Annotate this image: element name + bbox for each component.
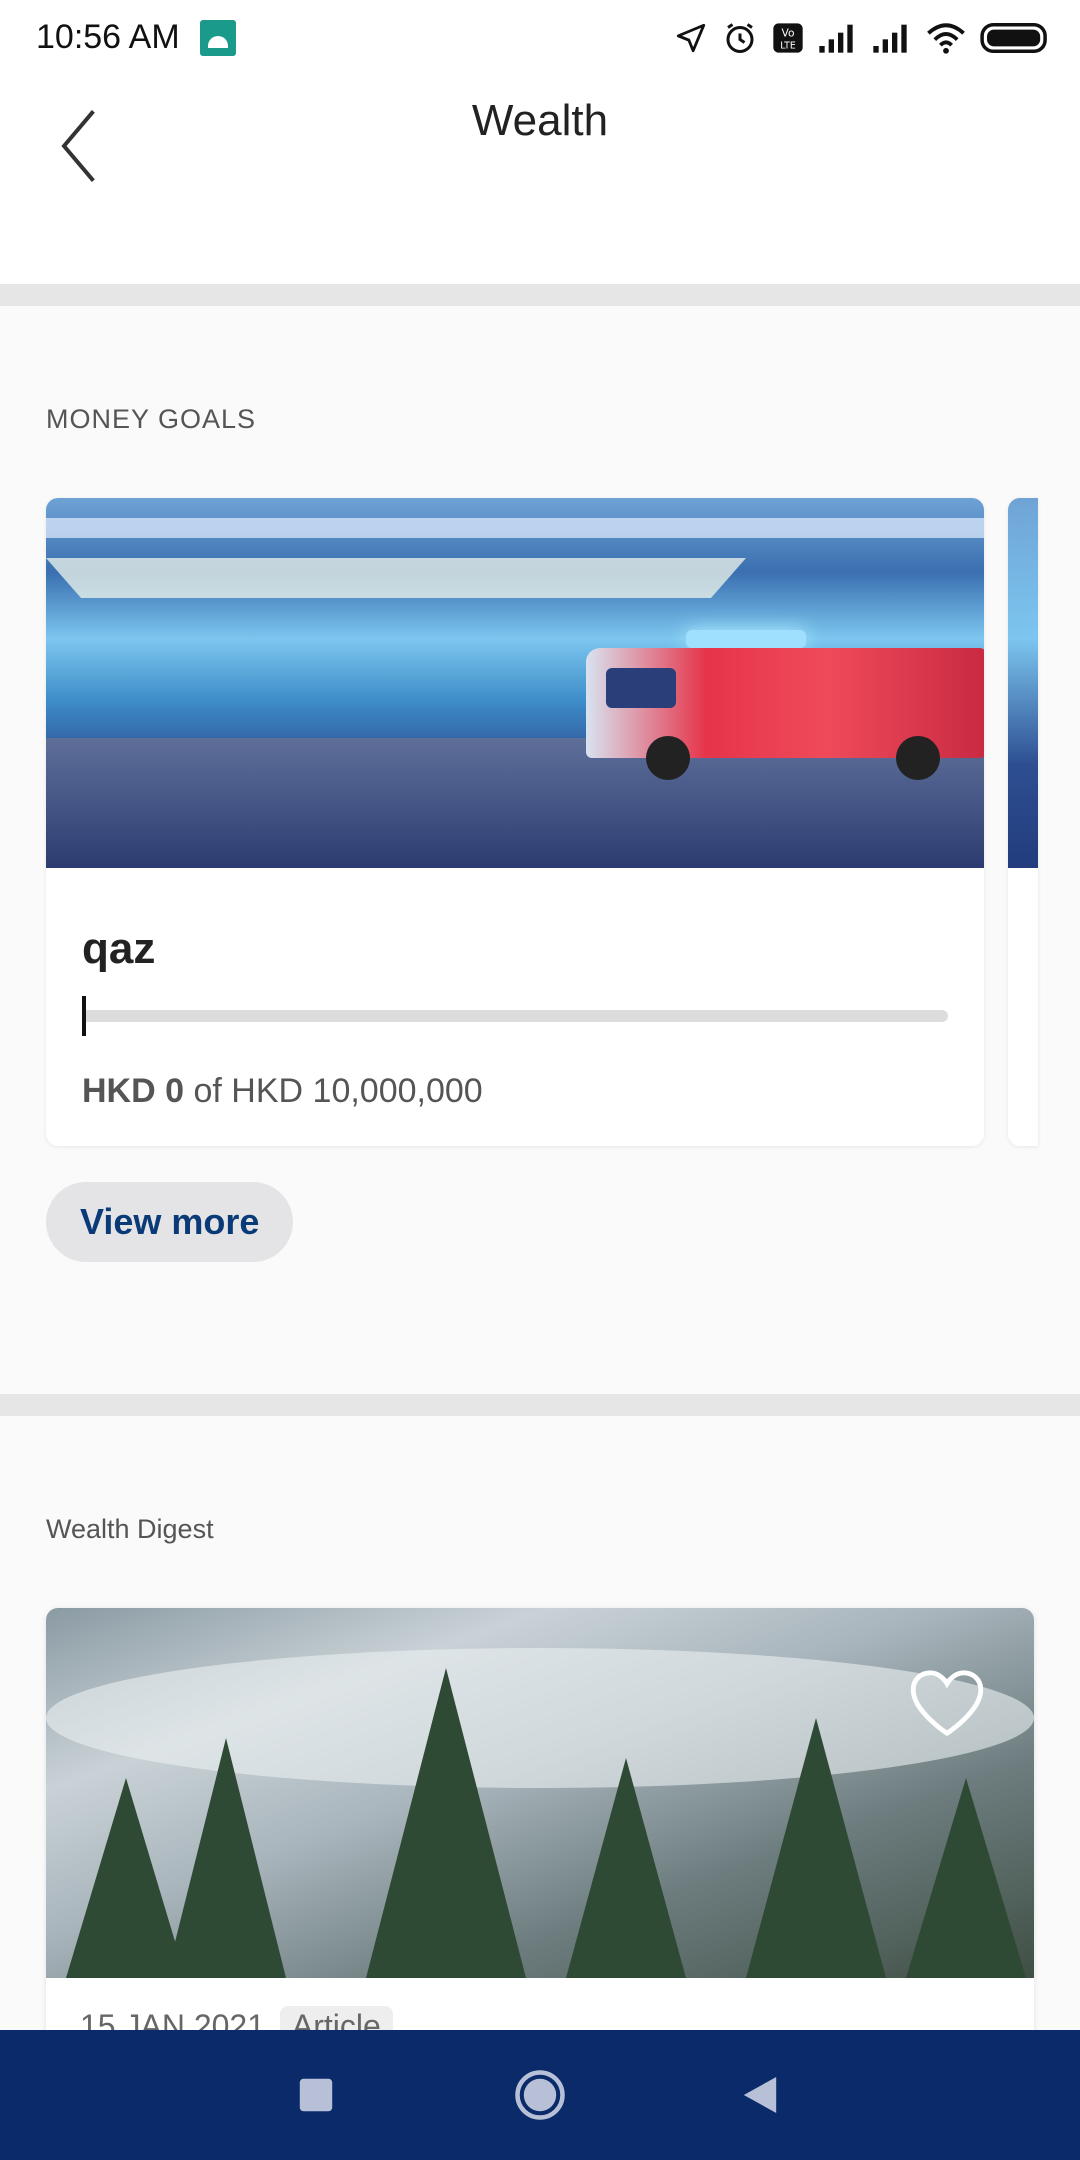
back-icon bbox=[743, 2077, 777, 2113]
home-icon bbox=[515, 2070, 565, 2120]
goal-card[interactable]: qaz HKD 0 of HKD 10,000,000 bbox=[46, 498, 984, 1146]
android-icon bbox=[200, 20, 236, 56]
back-nav-button[interactable] bbox=[730, 2065, 790, 2125]
system-nav-bar bbox=[0, 2030, 1080, 2160]
home-button[interactable] bbox=[510, 2065, 570, 2125]
goal-amount: HKD 0 of HKD 10,000,000 bbox=[82, 1072, 948, 1111]
location-icon bbox=[676, 23, 706, 53]
section-divider bbox=[0, 284, 1080, 306]
alarm-icon bbox=[726, 23, 754, 53]
wealth-digest-label: Wealth Digest bbox=[46, 1514, 214, 1544]
goal-progress-marker bbox=[82, 996, 86, 1036]
goal-amount-separator: of bbox=[193, 1072, 222, 1110]
section-divider bbox=[0, 1394, 1080, 1416]
svg-text:LTE: LTE bbox=[780, 41, 796, 52]
digest-article-image bbox=[46, 1608, 1034, 1978]
battery-icon bbox=[980, 22, 1047, 54]
recent-apps-icon bbox=[299, 2078, 333, 2112]
next-goal-card-peek[interactable] bbox=[1008, 498, 1038, 1146]
wifi-icon bbox=[927, 23, 965, 54]
signal-icon bbox=[819, 24, 853, 53]
volte-icon: VoLTE bbox=[773, 23, 803, 53]
signal-icon bbox=[873, 24, 907, 53]
page-title: Wealth bbox=[471, 96, 609, 145]
goal-image bbox=[46, 498, 984, 868]
goal-name: qaz bbox=[82, 924, 156, 973]
goal-current-amount: HKD 0 bbox=[82, 1072, 185, 1110]
status-icons: Vo LTE bbox=[674, 18, 1050, 58]
status-bar: 10:56 AM Vo LTE bbox=[0, 0, 1080, 76]
goal-target-amount: HKD 10,000,000 bbox=[231, 1072, 483, 1110]
favorite-button[interactable] bbox=[908, 1668, 986, 1738]
svg-text:Vo: Vo bbox=[782, 27, 795, 40]
app-header: Wealth bbox=[0, 76, 1080, 284]
goal-progress-bar bbox=[82, 996, 948, 1036]
status-time: 10:56 AM bbox=[36, 18, 180, 56]
money-goals-label: MONEY GOALS bbox=[46, 404, 257, 434]
heart-outline-icon bbox=[910, 1670, 984, 1737]
recent-apps-button[interactable] bbox=[286, 2065, 346, 2125]
view-more-button[interactable]: View more bbox=[46, 1182, 294, 1262]
